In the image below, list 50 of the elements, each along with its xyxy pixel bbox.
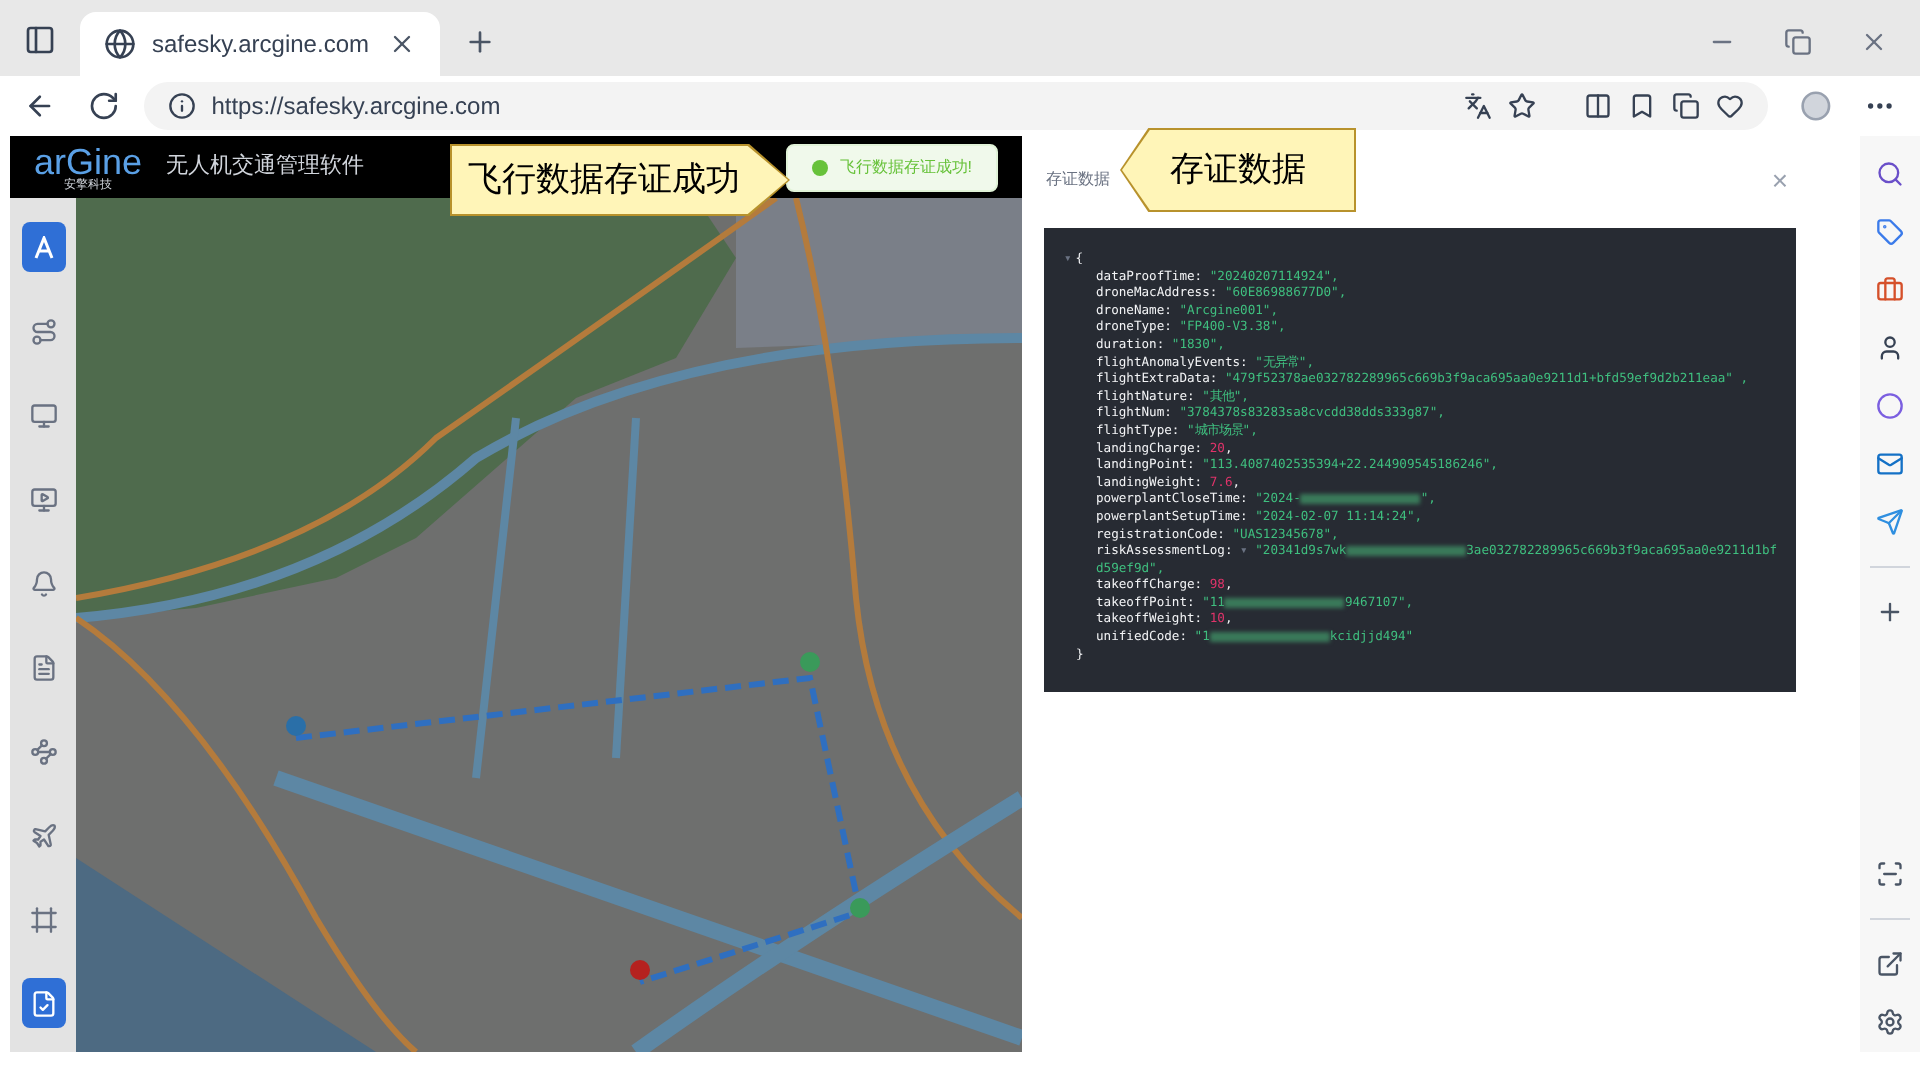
document-icon xyxy=(29,653,57,681)
split-screen-icon[interactable] xyxy=(1584,91,1613,119)
new-tab-icon[interactable] xyxy=(464,26,496,58)
success-icon xyxy=(811,159,828,175)
search-icon[interactable] xyxy=(1876,160,1904,188)
send-icon[interactable] xyxy=(1876,508,1904,536)
browser-tab[interactable]: safesky.arcgine.com xyxy=(80,12,440,76)
read-aloud-icon[interactable] xyxy=(1464,91,1493,119)
nav-item[interactable] xyxy=(21,222,65,272)
file-check-icon xyxy=(29,989,57,1017)
info-icon xyxy=(167,91,196,119)
panel-title: 存证数据 xyxy=(1046,168,1110,192)
bell-icon xyxy=(29,569,57,597)
tab-title: safesky.arcgine.com xyxy=(152,28,371,62)
screen-icon xyxy=(29,401,57,429)
person-icon[interactable] xyxy=(1876,334,1904,362)
address-bar[interactable]: https://safesky.arcgine.com xyxy=(143,81,1769,129)
url-text: https://safesky.arcgine.com xyxy=(211,89,503,123)
callout-label: 存证数据 xyxy=(1120,128,1356,212)
frame-icon xyxy=(29,905,57,933)
logo: arGine xyxy=(34,143,143,179)
profile-icon[interactable] xyxy=(1800,89,1833,121)
external-link-icon[interactable] xyxy=(1876,950,1904,978)
plane-icon xyxy=(29,821,57,849)
favorites-icon[interactable] xyxy=(1628,91,1657,119)
callout-label: 飞行数据存证成功 xyxy=(450,144,790,216)
briefcase-icon[interactable] xyxy=(1876,276,1904,304)
add-icon[interactable] xyxy=(1876,598,1904,626)
path-icon xyxy=(29,737,57,765)
close-icon[interactable] xyxy=(1860,28,1888,56)
back-icon[interactable] xyxy=(24,89,56,121)
close-icon[interactable] xyxy=(388,30,416,58)
reload-icon[interactable] xyxy=(87,89,120,121)
route-icon xyxy=(29,317,57,345)
tag-icon[interactable] xyxy=(1876,218,1904,246)
monitor-icon xyxy=(29,485,57,513)
toast-text: 飞行数据存证成功! xyxy=(839,155,972,179)
screenshot-icon[interactable] xyxy=(1876,860,1904,888)
nav-item[interactable] xyxy=(21,978,65,1028)
collections-icon[interactable] xyxy=(1672,91,1701,119)
mail-icon[interactable] xyxy=(1876,450,1904,478)
app-title: 无人机交通管理软件 xyxy=(166,151,365,183)
sidebar-toggle-icon[interactable] xyxy=(24,24,56,56)
ring-icon[interactable] xyxy=(1876,392,1904,420)
heart-icon[interactable] xyxy=(1716,91,1745,119)
settings-icon[interactable] xyxy=(1876,1008,1904,1036)
site-icon xyxy=(104,28,136,60)
letter-a-icon xyxy=(31,235,55,259)
favorite-icon[interactable] xyxy=(1508,91,1537,119)
restore-icon[interactable] xyxy=(1784,28,1812,56)
